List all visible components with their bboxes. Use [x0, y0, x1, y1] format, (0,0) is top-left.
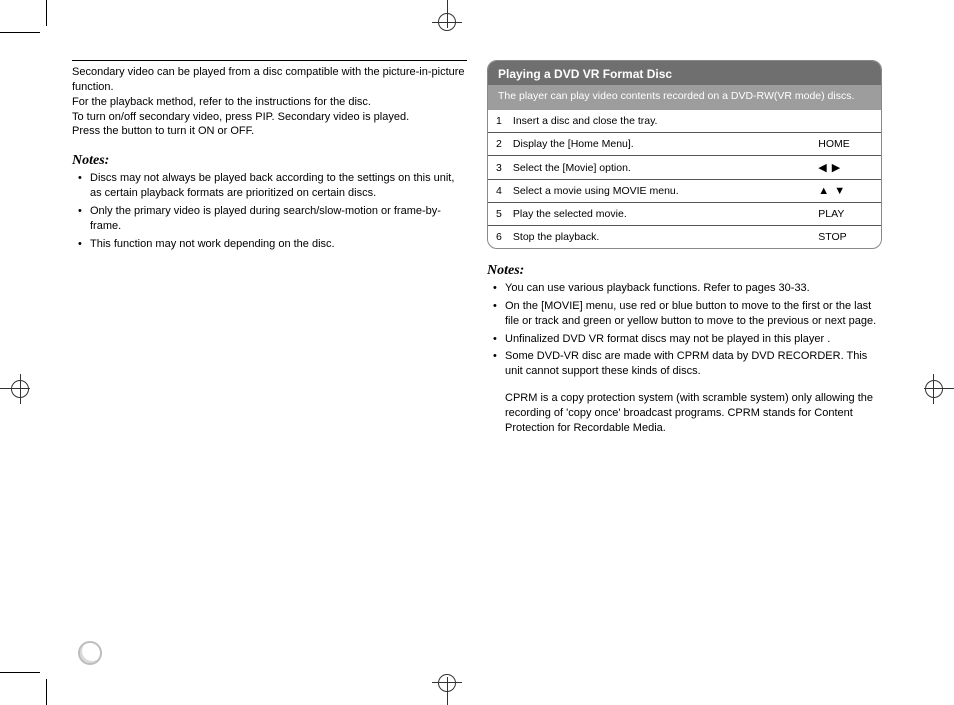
divider	[72, 60, 467, 61]
step-num: 1	[496, 115, 510, 127]
step-num: 4	[496, 185, 510, 197]
list-item: This function may not work depending on …	[76, 237, 467, 252]
table-row: 5 Play the selected movie. PLAY	[488, 203, 881, 226]
registration-circle	[438, 674, 456, 692]
left-column: Secondary video can be played from a dis…	[72, 60, 467, 645]
step-action: Display the [Home Menu].	[513, 138, 634, 150]
table-row: 3 Select the [Movie] option. ◀ ▶	[488, 156, 881, 180]
notes-list: You can use various playback functions. …	[487, 281, 882, 379]
step-key: STOP	[810, 226, 881, 249]
list-item: Some DVD-VR disc are made with CPRM data…	[491, 349, 882, 379]
notes-heading: Notes:	[487, 263, 882, 279]
crop-mark	[0, 32, 40, 33]
step-action: Select a movie using MOVIE menu.	[513, 185, 679, 197]
step-num: 5	[496, 208, 510, 220]
table-row: 1 Insert a disc and close the tray.	[488, 110, 881, 133]
steps-table: 1 Insert a disc and close the tray. 2 Di…	[488, 110, 881, 248]
steps-preparation: The player can play video contents recor…	[488, 85, 881, 110]
list-item: You can use various playback functions. …	[491, 281, 882, 296]
crop-mark	[0, 672, 40, 673]
crop-mark	[46, 679, 47, 705]
table-row: 4 Select a movie using MOVIE menu. ▲ ▼	[488, 180, 881, 203]
cprm-explanation: CPRM is a copy protection system (with s…	[487, 391, 882, 436]
step-action: Insert a disc and close the tray.	[513, 115, 658, 127]
list-item: Discs may not always be played back acco…	[76, 171, 467, 201]
step-num: 2	[496, 138, 510, 150]
registration-circle	[438, 13, 456, 31]
list-item: On the [MOVIE] menu, use red or blue but…	[491, 299, 882, 329]
step-num: 6	[496, 231, 510, 243]
left-right-arrow-icon: ◀ ▶	[818, 162, 841, 174]
crop-mark	[46, 0, 47, 26]
step-action: Select the [Movie] option.	[513, 162, 631, 174]
step-action: Play the selected movie.	[513, 208, 627, 220]
list-item: Only the primary video is played during …	[76, 204, 467, 234]
notes-heading: Notes:	[72, 153, 467, 169]
step-num: 3	[496, 162, 510, 174]
list-item: Unfinalized DVD VR format discs may not …	[491, 332, 882, 347]
steps-title: Playing a DVD VR Format Disc	[488, 61, 881, 85]
registration-circle	[925, 380, 943, 398]
content-area: Secondary video can be played from a dis…	[72, 60, 882, 645]
pip-intro-4: Press the button to turn it ON or OFF.	[72, 124, 467, 139]
up-down-arrow-icon: ▲ ▼	[818, 185, 846, 197]
pip-intro-2: For the playback method, refer to the in…	[72, 95, 467, 110]
step-key: PLAY	[810, 203, 881, 226]
page: Secondary video can be played from a dis…	[0, 0, 954, 705]
steps-box: Playing a DVD VR Format Disc The player …	[487, 60, 882, 249]
pip-intro-3: To turn on/off secondary video, press PI…	[72, 110, 467, 125]
notes-list: Discs may not always be played back acco…	[72, 171, 467, 251]
pip-intro-1: Secondary video can be played from a dis…	[72, 65, 467, 95]
table-row: 6 Stop the playback. STOP	[488, 226, 881, 249]
right-column: Playing a DVD VR Format Disc The player …	[487, 60, 882, 645]
registration-circle	[11, 380, 29, 398]
step-action: Stop the playback.	[513, 231, 599, 243]
table-row: 2 Display the [Home Menu]. HOME	[488, 133, 881, 156]
step-key: HOME	[810, 133, 881, 156]
step-key	[810, 110, 881, 133]
